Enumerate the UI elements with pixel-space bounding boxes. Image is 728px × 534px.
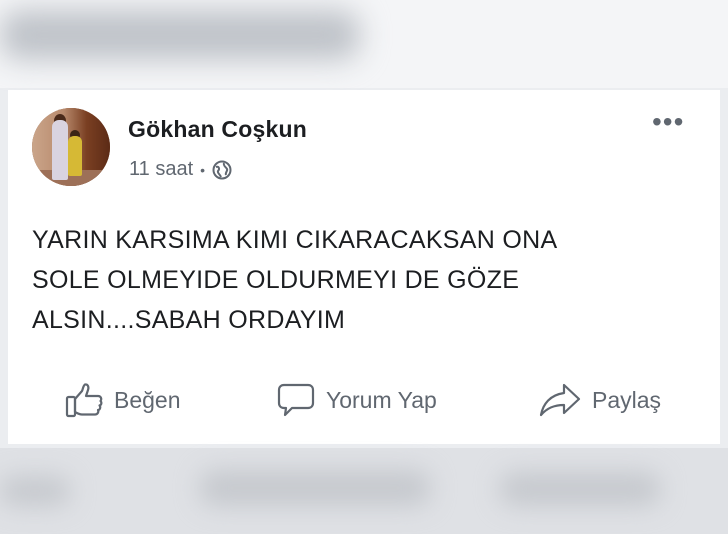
post-author-name[interactable]: Gökhan Coşkun xyxy=(128,116,307,143)
screenshot-page: Gökhan Coşkun 11 saat • ••• YARIN KARSIM… xyxy=(0,0,728,534)
blurred-smudge xyxy=(500,472,660,506)
like-label: Beğen xyxy=(114,386,181,413)
thumbs-up-icon xyxy=(65,383,103,418)
share-arrow-icon xyxy=(539,383,581,417)
post-text-line: YARIN KARSIMA KIMI CIKARACAKSAN ONA xyxy=(32,226,558,254)
post-text-line: ALSIN....SABAH ORDAYIM xyxy=(32,306,346,334)
post-timestamp[interactable]: 11 saat xyxy=(129,158,193,181)
post-body-text: YARIN KARSIMA KIMI CIKARACAKSAN ONA SOLE… xyxy=(32,220,692,340)
blurred-footer-region xyxy=(0,448,728,534)
avatar[interactable] xyxy=(32,108,110,186)
post-meta: 11 saat • xyxy=(129,158,232,181)
blurred-header-region xyxy=(0,0,728,88)
share-button[interactable]: Paylaş xyxy=(538,382,661,418)
post-card: Gökhan Coşkun 11 saat • ••• YARIN KARSIM… xyxy=(8,90,720,444)
blurred-smudge xyxy=(0,476,70,506)
meta-separator: • xyxy=(200,161,206,178)
globe-icon[interactable] xyxy=(212,160,232,180)
comment-bubble-icon xyxy=(277,383,315,417)
share-label: Paylaş xyxy=(592,386,662,413)
comment-button[interactable]: Yorum Yap xyxy=(276,382,437,418)
blurred-text-smudge xyxy=(0,10,360,60)
comment-label: Yorum Yap xyxy=(326,386,437,413)
blurred-smudge xyxy=(200,470,430,506)
like-button[interactable]: Beğen xyxy=(64,382,181,418)
more-options-icon[interactable]: ••• xyxy=(652,108,684,136)
post-text-line: SOLE OLMEYIDE OLDURMEYI DE GÖZE xyxy=(32,266,520,294)
post-action-bar: Beğen Yorum Yap Paylaş xyxy=(8,374,720,430)
